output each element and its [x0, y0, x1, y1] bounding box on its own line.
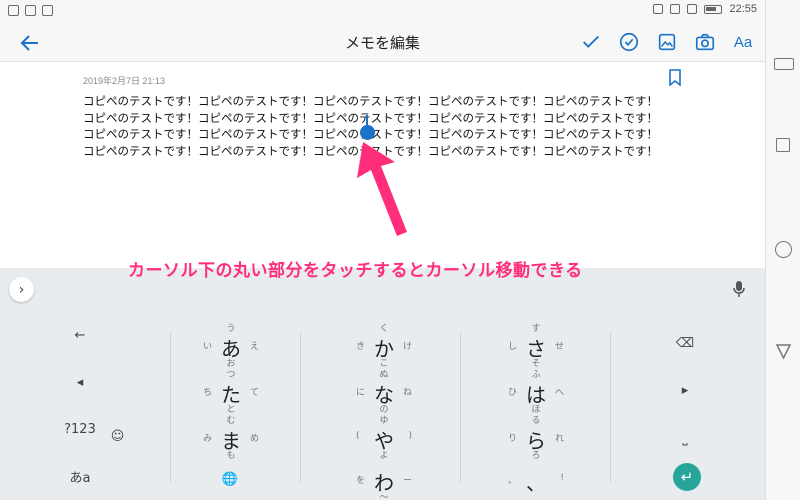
kana-key-ma[interactable]: む み ま め も: [171, 416, 291, 462]
kana-key-punct[interactable]: 。 、 !: [476, 458, 596, 500]
app-notification-icon: [8, 5, 19, 16]
flick-right: え: [249, 342, 259, 352]
space-key[interactable]: ⎵: [660, 417, 710, 459]
silent-icon: [670, 4, 681, 14]
status-bar: 22:55: [0, 0, 765, 24]
cursor-right-key[interactable]: ▸: [660, 370, 710, 412]
flick-down: 〜: [379, 493, 389, 500]
note-timestamp: 2019年2月7日 21:13: [83, 76, 166, 86]
wifi-icon: [687, 4, 698, 14]
screen: 22:55 メモを編集 Aa 2019年2月7日 21:13 コピペのテストです…: [0, 0, 800, 500]
globe-key[interactable]: 🌐: [210, 458, 250, 500]
recents-icon[interactable]: [776, 138, 790, 152]
backspace-key[interactable]: ⌫: [660, 323, 710, 365]
flick-right: ): [408, 431, 412, 441]
emoji-column: ☺: [95, 312, 140, 500]
flick-right: て: [249, 388, 259, 398]
enter-key[interactable]: ↵: [673, 463, 701, 491]
checkmark-icon[interactable]: [579, 30, 603, 54]
notification-icons: [8, 5, 53, 16]
bookmark-icon[interactable]: [668, 69, 682, 87]
divider: [300, 332, 301, 482]
flick-right: !: [560, 473, 564, 483]
kana-key-ka[interactable]: く き か け こ: [324, 324, 444, 370]
flick-down: も: [226, 451, 236, 461]
flick-right: ね: [402, 388, 412, 398]
divider: [610, 332, 611, 482]
navigation-bar: [765, 0, 800, 500]
kana-key-wa[interactable]: を わ ー 〜: [324, 458, 444, 500]
action-bar: メモを編集 Aa: [0, 24, 765, 62]
note-line: コピペのテストです！コピペのテストです！コピペのテストです！コピペのテストです！…: [83, 94, 658, 108]
keyboard-right-column: ⌫ ▸ ⎵: [660, 312, 710, 462]
kana-key-ra[interactable]: る り ら れ ろ: [476, 416, 596, 462]
expand-toolbar-button[interactable]: ›: [9, 277, 34, 302]
system-icons: 22:55: [653, 3, 757, 15]
flick-right: せ: [554, 342, 564, 352]
image-icon[interactable]: [655, 30, 679, 54]
mail-icon: [25, 5, 36, 16]
flick-right: め: [249, 434, 259, 444]
kana-key-na[interactable]: ぬ に な ね の: [324, 370, 444, 416]
back-triangle-icon[interactable]: [775, 343, 792, 360]
kana-key-a[interactable]: う い あ え お: [171, 324, 291, 370]
camera-icon[interactable]: [693, 30, 717, 54]
kana-key-ya[interactable]: ゆ ( や ) よ: [324, 416, 444, 462]
kana-key-ta[interactable]: つ ち た て と: [171, 370, 291, 416]
kana-key-sa[interactable]: す し さ せ そ: [476, 324, 596, 370]
font-size-button[interactable]: Aa: [731, 30, 755, 54]
flick-right: け: [402, 342, 412, 352]
flick-right: ー: [402, 476, 412, 486]
keyboard-switch-icon[interactable]: [774, 58, 794, 70]
annotation-text: カーソル下の丸い部分をタッチするとカーソル移動できる: [128, 261, 583, 281]
flick-keyboard: ← ◂ ?123 あa ☺ 🌐 う い あ え お つ ち た て と む み …: [0, 312, 765, 500]
note-line: コピペのテストです！コピペのテストです！コピペのテストです！コピペのテストです！…: [83, 110, 658, 125]
microphone-icon[interactable]: [733, 280, 745, 298]
divider: [460, 332, 461, 482]
bluetooth-icon: [653, 4, 664, 14]
kana-label: 、: [526, 471, 546, 495]
toolbar-actions: Aa: [579, 30, 755, 54]
pointer-arrow-icon: [357, 142, 407, 236]
play-store-icon: [42, 5, 53, 16]
emoji-key[interactable]: ☺: [95, 415, 140, 457]
home-icon[interactable]: [775, 241, 792, 258]
cursor-handle[interactable]: [360, 125, 375, 140]
flick-right: へ: [554, 388, 564, 398]
kana-key-ha[interactable]: ふ ひ は へ ほ: [476, 370, 596, 416]
clock: 22:55: [729, 3, 757, 15]
checklist-icon[interactable]: [617, 30, 641, 54]
flick-right: れ: [554, 434, 564, 444]
battery-icon: [704, 4, 723, 14]
